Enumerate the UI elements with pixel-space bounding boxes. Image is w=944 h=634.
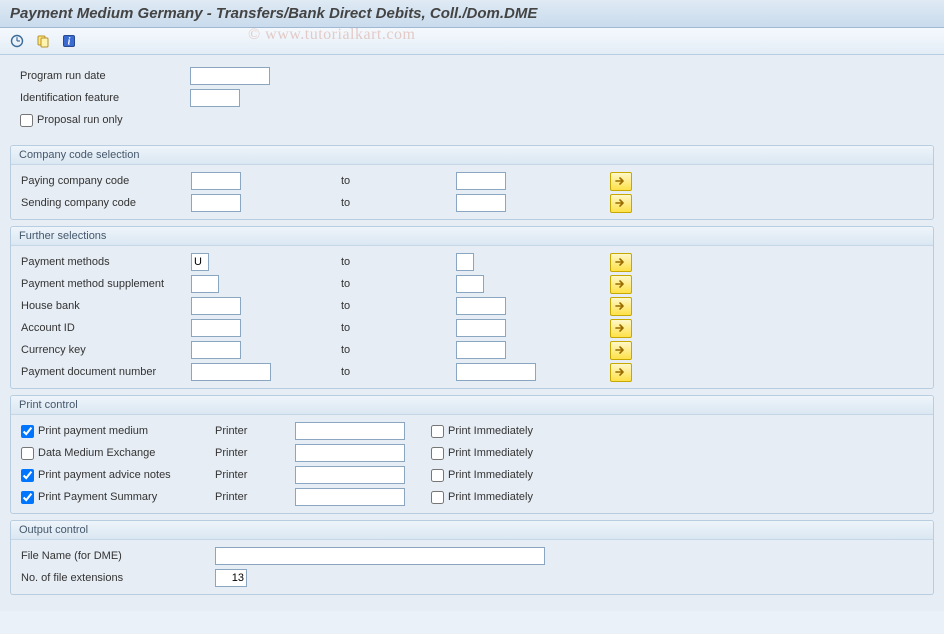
print-immediately-label: Print Immediately [448,469,533,481]
currency-key-from-input[interactable] [191,341,241,359]
multi-select-icon[interactable] [610,363,632,382]
app-toolbar: i [0,28,944,55]
to-label: to [341,197,456,209]
sending-company-code-label: Sending company code [15,197,191,209]
group-further-selections-header: Further selections [11,227,933,246]
file-name-label: File Name (for DME) [15,550,205,562]
to-label: to [341,175,456,187]
print-payment-summary-checkbox[interactable] [21,491,34,504]
sending-company-code-to-input[interactable] [456,194,506,212]
data-medium-exchange-checkbox[interactable] [21,447,34,460]
payment-document-number-to-input[interactable] [456,363,536,381]
printer-input-1[interactable] [295,444,405,462]
to-label: to [341,322,456,334]
payment-method-supplement-to-input[interactable] [456,275,484,293]
print-immediately-checkbox-2[interactable] [431,469,444,482]
print-immediately-label: Print Immediately [448,491,533,503]
file-name-input[interactable] [215,547,545,565]
group-output-control: Output control File Name (for DME) No. o… [10,520,934,595]
to-label: to [341,300,456,312]
proposal-run-checkbox[interactable] [20,114,33,127]
house-bank-from-input[interactable] [191,297,241,315]
house-bank-to-input[interactable] [456,297,506,315]
top-fields: Program run date Identification feature … [8,61,936,139]
payment-methods-from-input[interactable] [191,253,209,271]
identification-feature-label: Identification feature [14,92,190,104]
to-label: to [341,256,456,268]
currency-key-to-input[interactable] [456,341,506,359]
group-print-control: Print control Print payment medium Print… [10,395,934,514]
page-title: Payment Medium Germany - Transfers/Bank … [0,0,944,28]
content-area: Program run date Identification feature … [0,55,944,611]
house-bank-label: House bank [15,300,191,312]
multi-select-icon[interactable] [610,275,632,294]
printer-label: Printer [215,469,295,481]
currency-key-label: Currency key [15,344,191,356]
payment-method-supplement-from-input[interactable] [191,275,219,293]
group-print-control-header: Print control [11,396,933,415]
printer-input-0[interactable] [295,422,405,440]
account-id-to-input[interactable] [456,319,506,337]
print-immediately-label: Print Immediately [448,447,533,459]
svg-text:i: i [68,37,71,48]
group-company-code: Company code selection Paying company co… [10,145,934,220]
print-payment-summary-label: Print Payment Summary [38,491,157,503]
print-immediately-checkbox-3[interactable] [431,491,444,504]
group-further-selections: Further selections Payment methods to Pa… [10,226,934,389]
program-run-date-label: Program run date [14,70,190,82]
print-payment-advice-label: Print payment advice notes [38,469,171,481]
account-id-from-input[interactable] [191,319,241,337]
group-company-code-header: Company code selection [11,146,933,165]
print-immediately-checkbox-0[interactable] [431,425,444,438]
to-label: to [341,366,456,378]
paying-company-code-from-input[interactable] [191,172,241,190]
program-run-date-input[interactable] [190,67,270,85]
payment-methods-to-input[interactable] [456,253,474,271]
printer-input-2[interactable] [295,466,405,484]
multi-select-icon[interactable] [610,341,632,360]
multi-select-icon[interactable] [610,297,632,316]
execute-icon[interactable] [6,31,28,51]
printer-input-3[interactable] [295,488,405,506]
multi-select-icon[interactable] [610,319,632,338]
multi-select-icon[interactable] [610,253,632,272]
sending-company-code-from-input[interactable] [191,194,241,212]
print-immediately-checkbox-1[interactable] [431,447,444,460]
group-output-control-header: Output control [11,521,933,540]
multi-select-icon[interactable] [610,194,632,213]
payment-method-supplement-label: Payment method supplement [15,278,191,290]
variant-icon[interactable] [32,31,54,51]
print-payment-medium-checkbox[interactable] [21,425,34,438]
print-payment-medium-label: Print payment medium [38,425,148,437]
account-id-label: Account ID [15,322,191,334]
payment-document-number-from-input[interactable] [191,363,271,381]
file-extensions-label: No. of file extensions [15,572,205,584]
print-immediately-label: Print Immediately [448,425,533,437]
paying-company-code-label: Paying company code [15,175,191,187]
proposal-run-label: Proposal run only [37,114,123,126]
payment-methods-label: Payment methods [15,256,191,268]
multi-select-icon[interactable] [610,172,632,191]
to-label: to [341,278,456,290]
paying-company-code-to-input[interactable] [456,172,506,190]
identification-feature-input[interactable] [190,89,240,107]
info-icon[interactable]: i [58,31,80,51]
file-extensions-input[interactable] [215,569,247,587]
printer-label: Printer [215,491,295,503]
printer-label: Printer [215,425,295,437]
data-medium-exchange-label: Data Medium Exchange [38,447,155,459]
payment-document-number-label: Payment document number [15,366,191,378]
print-payment-advice-checkbox[interactable] [21,469,34,482]
printer-label: Printer [215,447,295,459]
to-label: to [341,344,456,356]
